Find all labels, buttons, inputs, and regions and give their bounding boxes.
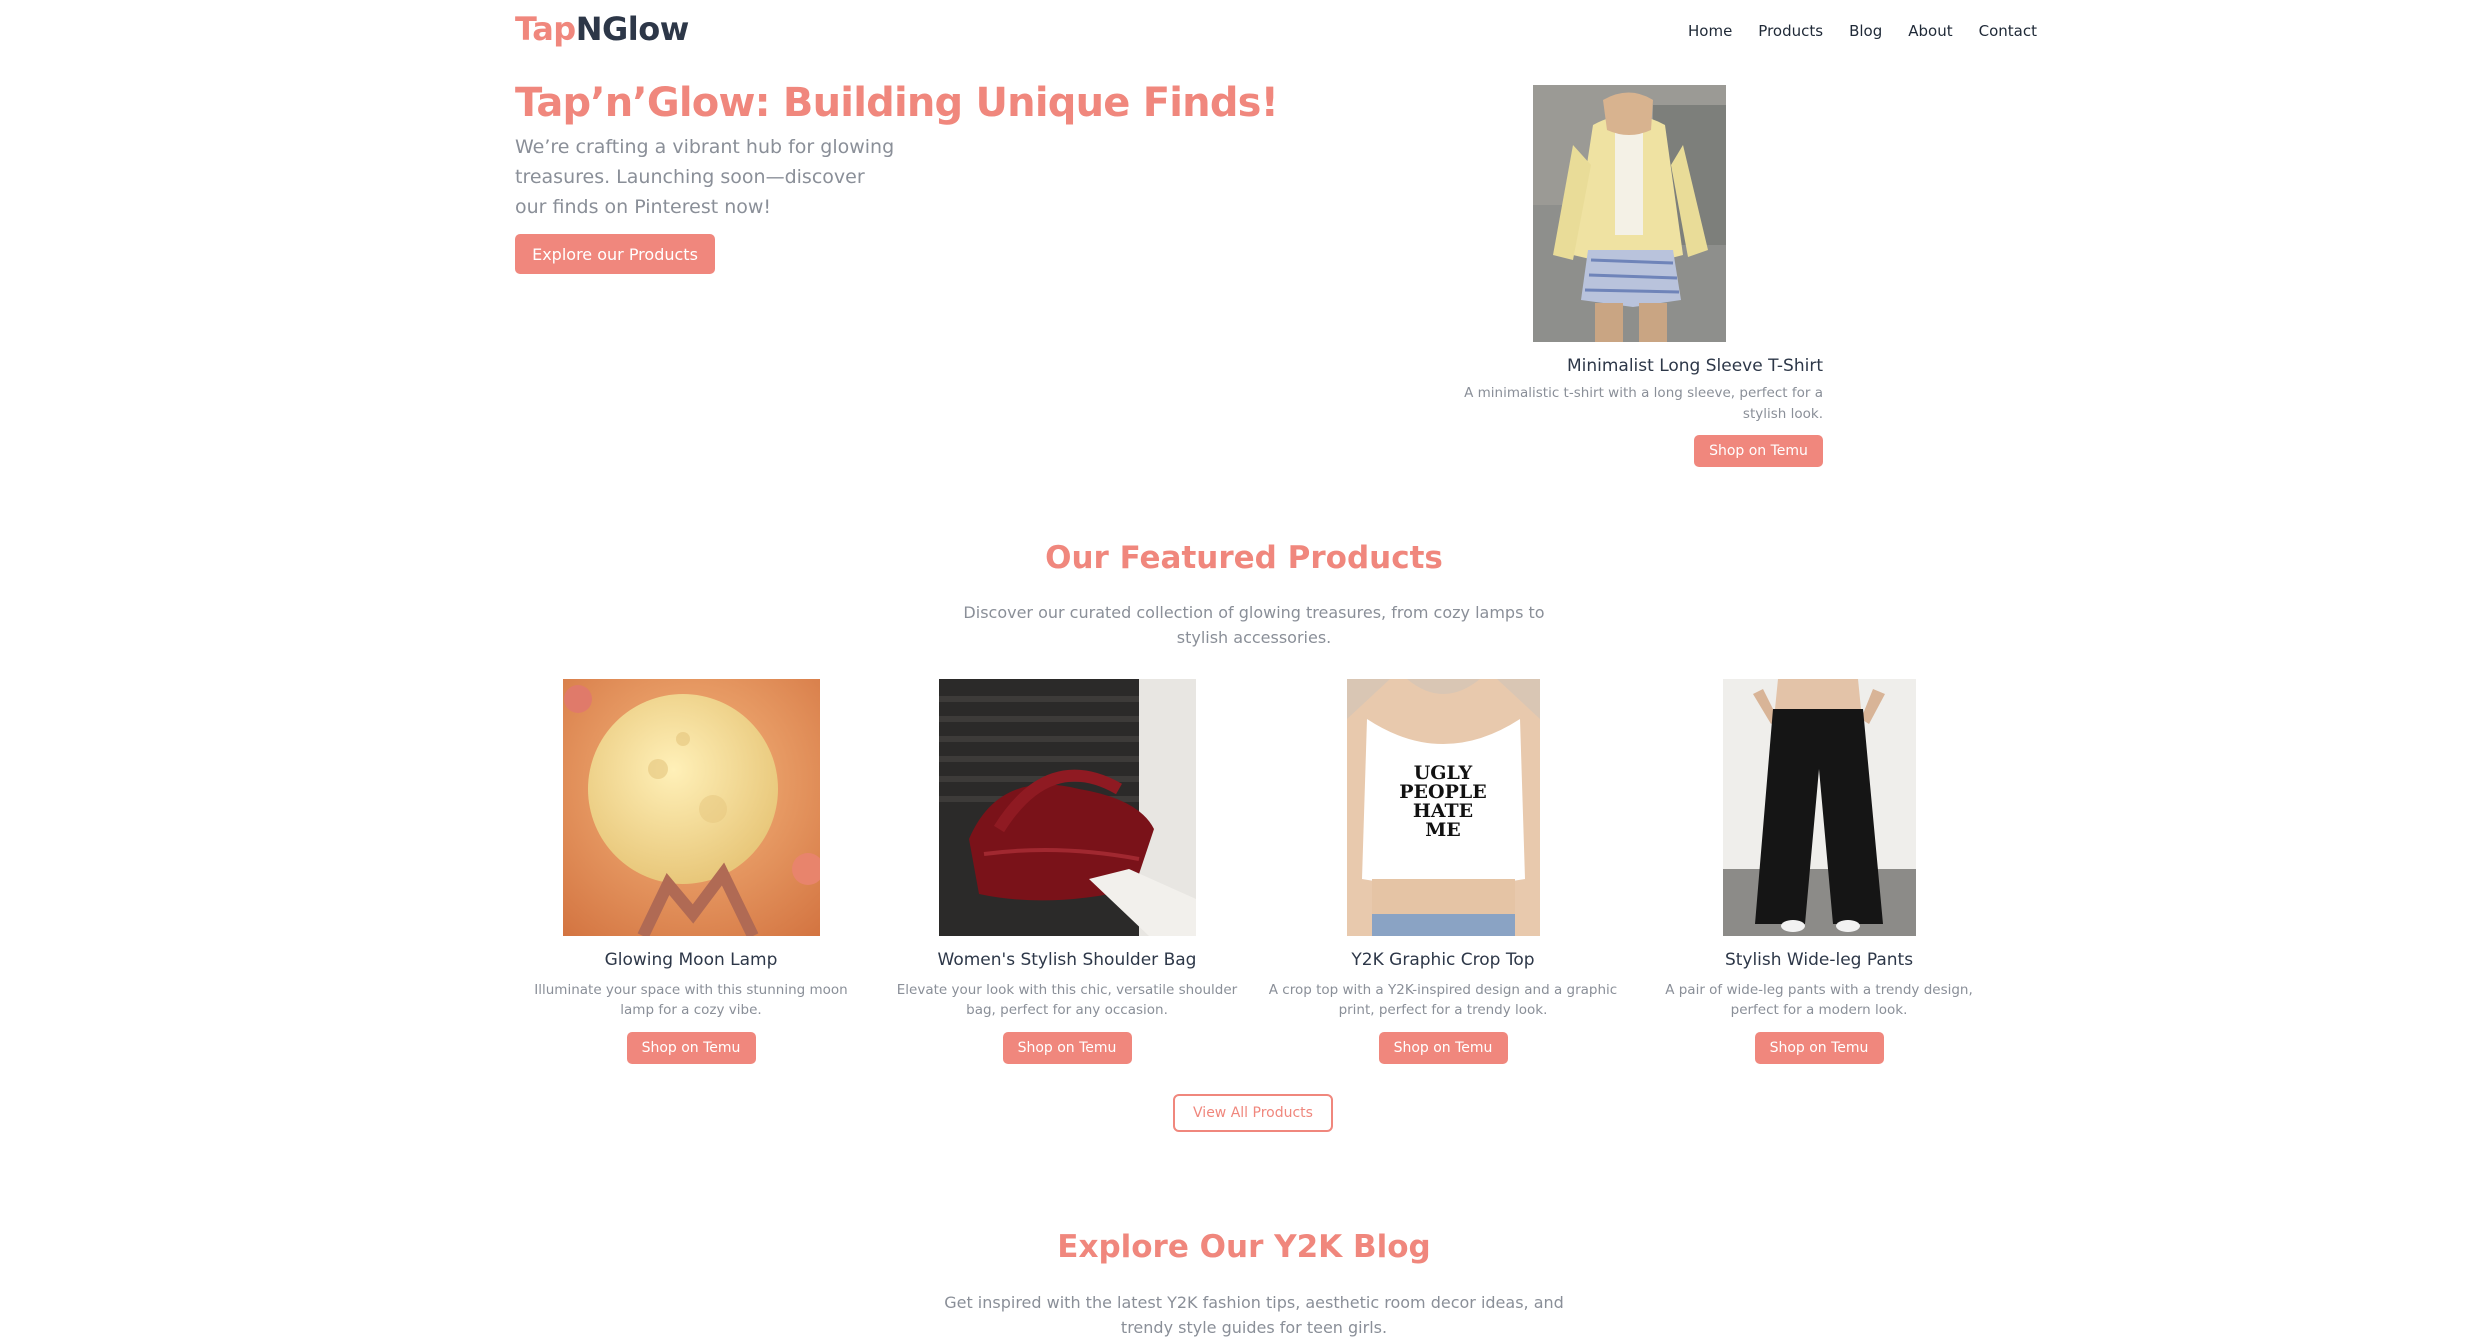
product-name: Women's Stylish Shoulder Bag — [937, 950, 1197, 970]
hero-title: Tap’n’Glow: Building Unique Finds! — [515, 80, 1279, 126]
shop-on-temu-button[interactable]: Shop on Temu — [1754, 1032, 1884, 1064]
hero-product-image[interactable] — [1533, 85, 1726, 342]
product-card: Glowing Moon Lamp Illuminate your space … — [503, 679, 879, 1064]
product-image[interactable] — [938, 679, 1196, 936]
brand-logo-part2: NGlow — [575, 10, 690, 48]
nav-products[interactable]: Products — [1758, 22, 1823, 40]
nav-contact[interactable]: Contact — [1979, 22, 2037, 40]
brand-logo-part1: Tap — [515, 10, 576, 48]
nav-about[interactable]: About — [1908, 22, 1952, 40]
product-description: A crop top with a Y2K-inspired design an… — [1268, 982, 1618, 1018]
product-card: Stylish Wide-leg Pants A pair of wide-le… — [1631, 679, 2007, 1064]
product-name: Y2K Graphic Crop Top — [1351, 950, 1535, 970]
shop-on-temu-button[interactable]: Shop on Temu — [1002, 1032, 1132, 1064]
product-card: Women's Stylish Shoulder Bag Elevate you… — [879, 679, 1255, 1064]
blog-section-title: Explore Our Y2K Blog — [1057, 1229, 1431, 1265]
hero-shop-button[interactable]: Shop on Temu — [1694, 435, 1823, 467]
explore-products-button[interactable]: Explore our Products — [515, 234, 715, 274]
product-image[interactable] — [1722, 679, 1916, 936]
product-image[interactable]: UGLY PEOPLE HATE ME — [1346, 679, 1540, 936]
hero-subtitle: We’re crafting a vibrant hub for glowing… — [515, 136, 895, 218]
product-description: Elevate your look with this chic, versat… — [896, 982, 1238, 1018]
shirt-print-line4: ME — [1425, 819, 1461, 841]
view-all-products-button[interactable]: View All Products — [1173, 1094, 1333, 1132]
nav-home[interactable]: Home — [1688, 22, 1732, 40]
product-name: Glowing Moon Lamp — [604, 950, 778, 970]
featured-section-title: Our Featured Products — [1045, 540, 1443, 576]
product-description: Illuminate your space with this stunning… — [534, 982, 848, 1018]
featured-section-subtitle: Discover our curated collection of glowi… — [963, 603, 1545, 647]
shop-on-temu-button[interactable]: Shop on Temu — [1378, 1032, 1508, 1064]
product-card: UGLY PEOPLE HATE ME Y2K Graphic Crop Top… — [1255, 679, 1631, 1064]
hero-product-name: Minimalist Long Sleeve T-Shirt — [1566, 356, 1823, 376]
brand-logo[interactable]: TapNGlow — [515, 10, 689, 48]
product-description: A pair of wide-leg pants with a trendy d… — [1665, 982, 1973, 1018]
hero-product-description: A minimalistic t-shirt with a long sleev… — [1464, 385, 1823, 422]
main-nav: Home Products Blog About Contact — [1688, 22, 2037, 40]
product-name: Stylish Wide-leg Pants — [1724, 950, 1914, 970]
nav-blog[interactable]: Blog — [1849, 22, 1882, 40]
shop-on-temu-button[interactable]: Shop on Temu — [626, 1032, 756, 1064]
product-image[interactable] — [562, 679, 820, 936]
